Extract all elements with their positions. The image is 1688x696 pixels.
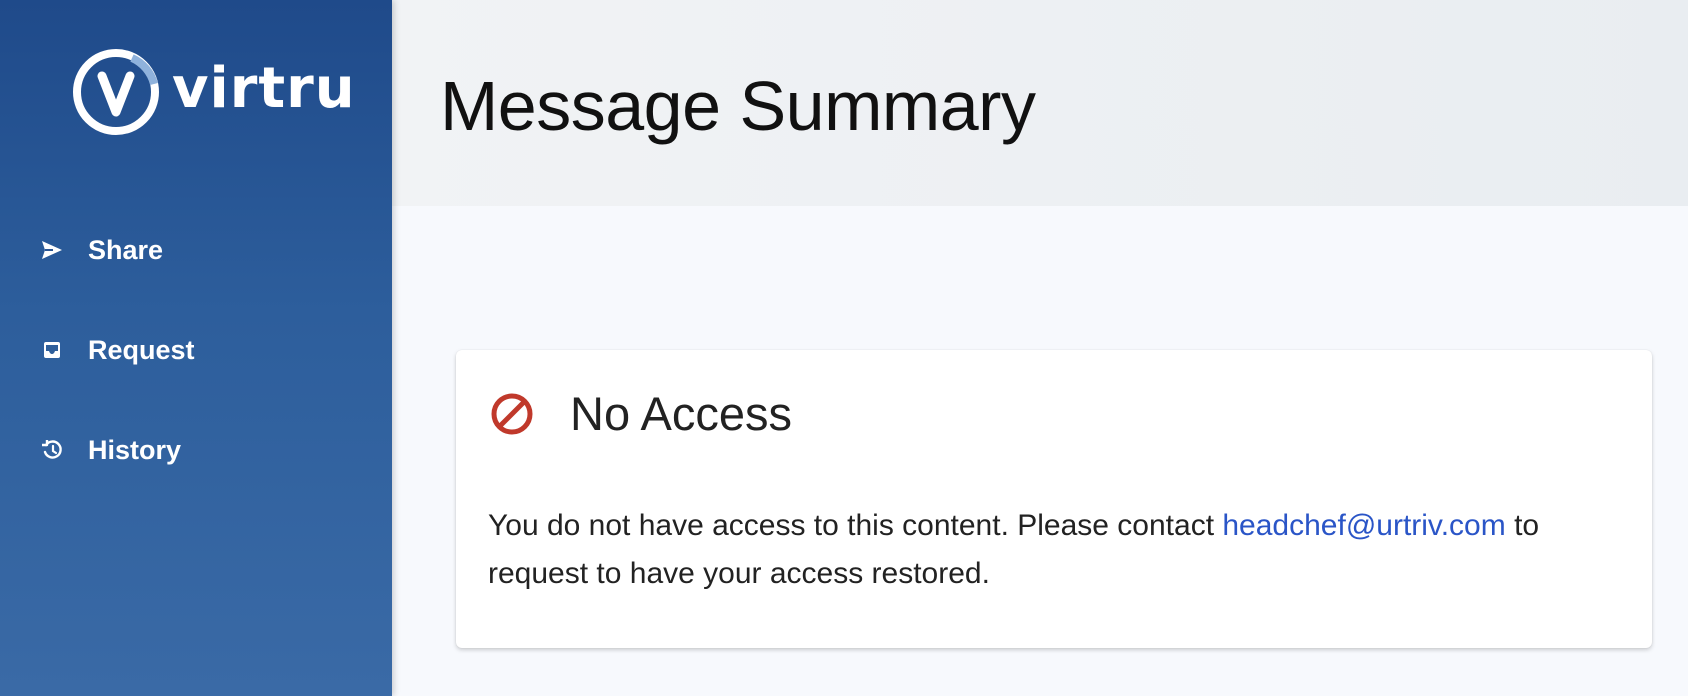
sidebar-item-request[interactable]: Request xyxy=(0,320,392,380)
send-icon xyxy=(40,238,64,262)
page-title: Message Summary xyxy=(440,67,1036,145)
no-access-card: No Access You do not have access to this… xyxy=(456,350,1652,648)
card-header: No Access xyxy=(490,386,792,441)
card-title: No Access xyxy=(570,387,793,440)
sidebar-item-label: History xyxy=(88,434,182,465)
contact-email-link[interactable]: headchef@urtriv.com xyxy=(1222,509,1505,542)
brand-logo[interactable]: virtru xyxy=(70,46,356,138)
sidebar-nav: Share Request History xyxy=(0,220,392,520)
sidebar-item-history[interactable]: History xyxy=(0,420,392,480)
virtru-logo-icon xyxy=(73,49,159,135)
history-icon xyxy=(40,438,64,462)
page-header: Message Summary xyxy=(392,0,1688,206)
no-access-icon xyxy=(491,393,533,434)
sidebar-item-share[interactable]: Share xyxy=(0,220,392,280)
card-message: You do not have access to this content. … xyxy=(488,502,1628,598)
sidebar-item-label: Request xyxy=(88,334,195,365)
app: virtru Share Request History Message Sum… xyxy=(0,0,1688,696)
sidebar-item-label: Share xyxy=(88,234,164,265)
inbox-icon xyxy=(40,338,64,362)
brand-name: virtru xyxy=(172,56,356,121)
message-text-before: You do not have access to this content. … xyxy=(488,509,1223,542)
sidebar: virtru Share Request History xyxy=(0,0,392,696)
